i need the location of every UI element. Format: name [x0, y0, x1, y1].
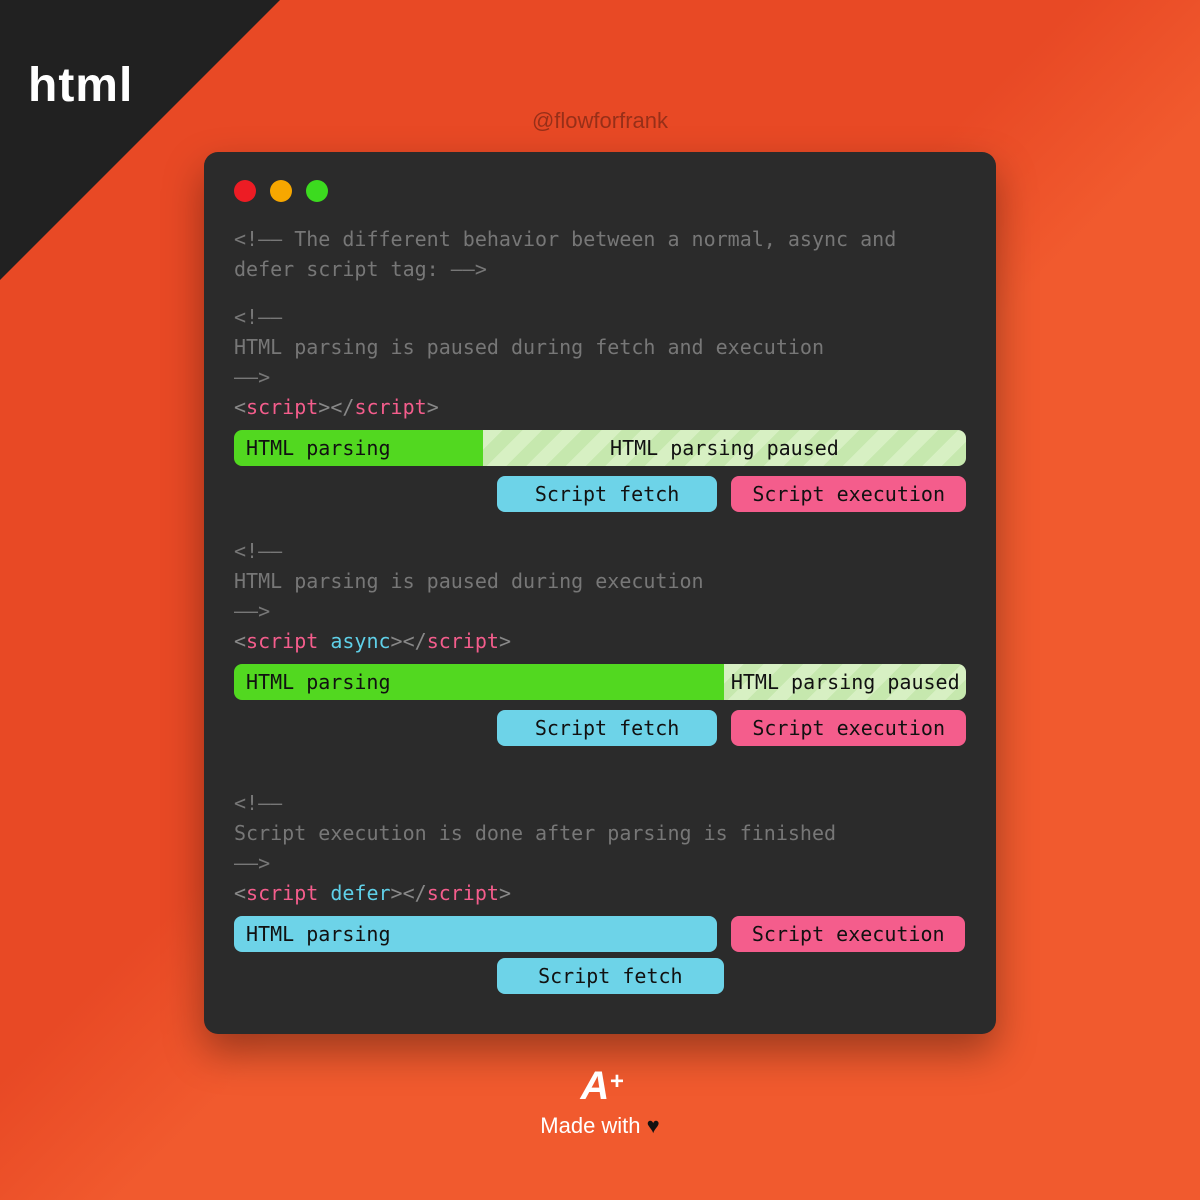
defer-exec-pill: Script execution [731, 916, 965, 952]
defer-comment: <!—— Script execution is done after pars… [234, 788, 966, 878]
footer: A+ Made with ♥ [0, 1064, 1200, 1139]
code-window: <!—— The different behavior between a no… [204, 152, 996, 1034]
async-comment: <!—— HTML parsing is paused during execu… [234, 536, 966, 626]
defer-script-tag: <script defer></script> [234, 878, 966, 908]
async-exec-pill: Script execution [731, 710, 966, 746]
async-paused-segment: HTML parsing paused [724, 664, 966, 700]
normal-pill-row: Script fetch Script execution [234, 476, 966, 512]
traffic-lights [234, 180, 966, 202]
normal-exec-pill: Script execution [731, 476, 966, 512]
normal-parse-segment: HTML parsing [234, 430, 483, 466]
defer-fetch-row: Script fetch [234, 958, 966, 994]
normal-fetch-pill: Script fetch [497, 476, 717, 512]
normal-comment: <!—— HTML parsing is paused during fetch… [234, 302, 966, 392]
normal-paused-segment: HTML parsing paused [483, 430, 966, 466]
async-parse-bar: HTML parsing HTML parsing paused [234, 664, 966, 700]
corner-label: html [28, 58, 133, 113]
maximize-icon [306, 180, 328, 202]
normal-script-tag: <script></script> [234, 392, 966, 422]
async-pill-row: Script fetch Script execution [234, 710, 966, 746]
async-script-tag: <script async></script> [234, 626, 966, 656]
footer-made-with: Made with ♥ [0, 1113, 1200, 1139]
heart-icon: ♥ [647, 1113, 660, 1138]
corner-triangle [0, 0, 280, 280]
async-parse-segment: HTML parsing [234, 664, 724, 700]
defer-fetch-pill: Script fetch [497, 958, 724, 994]
footer-logo: A+ [0, 1064, 1200, 1109]
normal-parse-bar: HTML parsing HTML parsing paused [234, 430, 966, 466]
async-fetch-pill: Script fetch [497, 710, 717, 746]
defer-top-row: HTML parsing Script execution [234, 916, 966, 952]
defer-parse-segment: HTML parsing [234, 916, 717, 952]
intro-comment: <!—— The different behavior between a no… [234, 224, 966, 284]
